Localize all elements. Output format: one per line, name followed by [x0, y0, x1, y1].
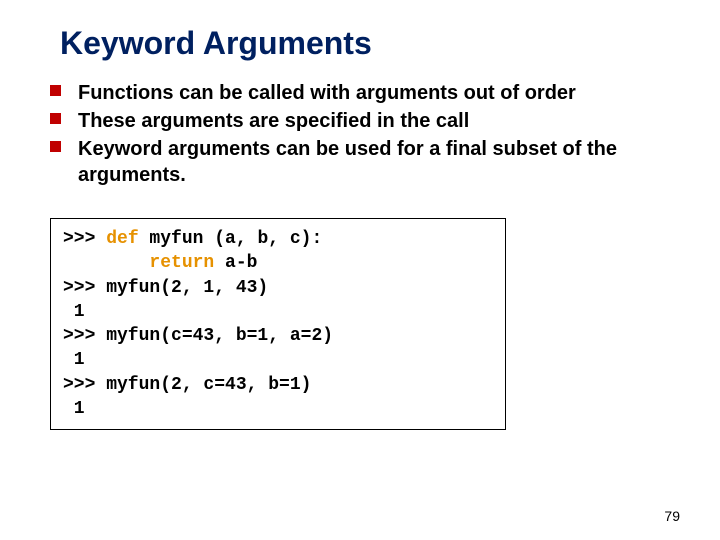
- code-text: 1: [63, 302, 85, 322]
- code-text: [63, 253, 149, 273]
- keyword-return: return: [149, 253, 214, 273]
- keyword-def: def: [106, 229, 138, 249]
- code-text: 1: [63, 350, 85, 370]
- code-text: myfun (a, b, c):: [139, 229, 323, 249]
- slide: Keyword Arguments Functions can be calle…: [0, 0, 720, 540]
- code-text: >>> myfun(c=43, b=1, a=2): [63, 326, 333, 346]
- code-text: >>> myfun(2, 1, 43): [63, 278, 268, 298]
- bullet-item: Keyword arguments can be used for a fina…: [50, 136, 670, 188]
- code-example: >>> def myfun (a, b, c): return a-b >>> …: [50, 218, 506, 430]
- bullet-list: Functions can be called with arguments o…: [50, 80, 670, 188]
- bullet-item: Functions can be called with arguments o…: [50, 80, 670, 106]
- code-text: >>> myfun(2, c=43, b=1): [63, 375, 311, 395]
- page-number: 79: [664, 508, 680, 524]
- code-text: 1: [63, 399, 85, 419]
- code-text: a-b: [214, 253, 257, 273]
- bullet-item: These arguments are specified in the cal…: [50, 108, 670, 134]
- code-text: >>>: [63, 229, 106, 249]
- slide-title: Keyword Arguments: [60, 25, 670, 62]
